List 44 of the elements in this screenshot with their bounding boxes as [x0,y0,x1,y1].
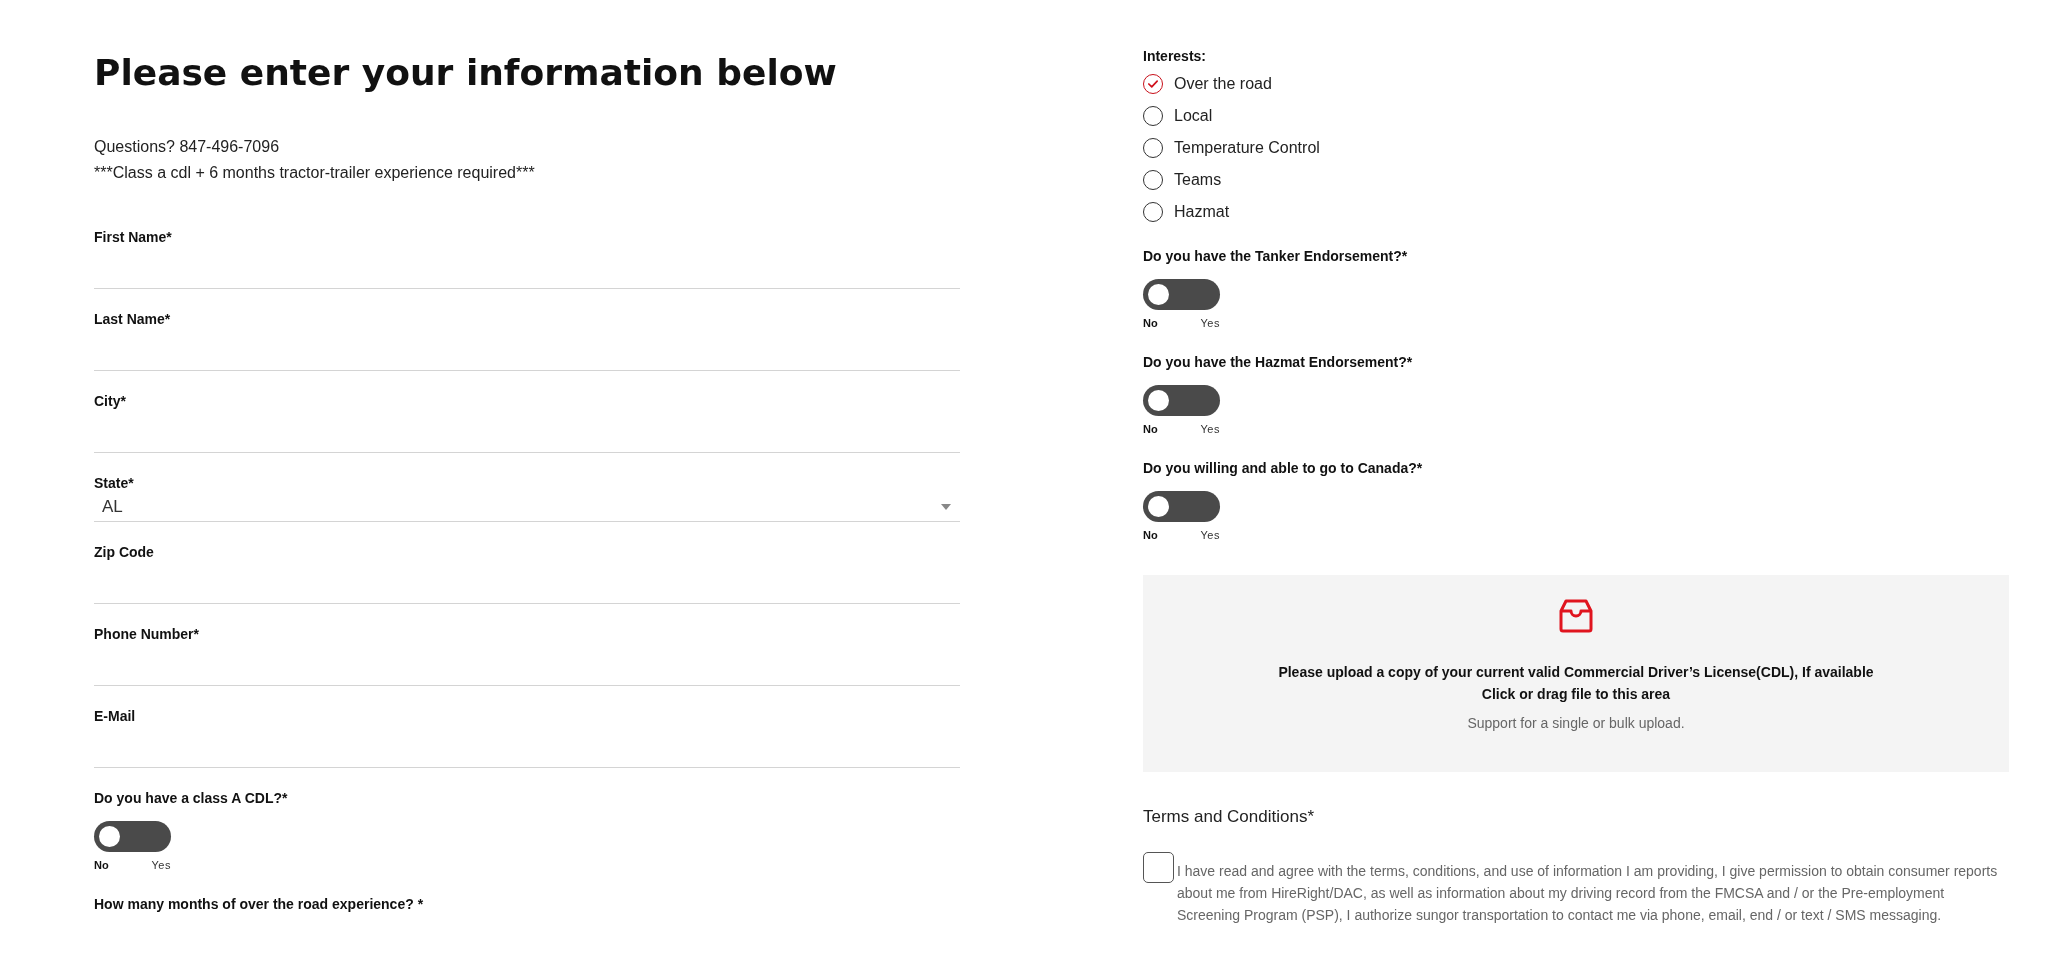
toggle-switch[interactable] [1143,279,1220,310]
field-label: E-Mail [94,707,137,726]
toggle-switch[interactable] [1143,385,1220,416]
switch-on-label: Yes [1200,528,1220,542]
field-label: Do you have a class A CDL?* [94,789,289,808]
state-select[interactable]: AL [94,493,960,522]
upload-action-text: Click or drag file to this area [1481,685,1671,704]
switch-on-label: Yes [1200,316,1220,330]
intro-text: ***Class a cdl + 6 months tractor-trailer experience required*** [94,163,536,183]
toggle-switch[interactable] [94,821,171,852]
option-label: Local [1174,106,1213,126]
option-label: Over the road [1174,74,1272,94]
terms-title: Terms and Conditions* [1143,806,1316,828]
switch-off-label: No [1143,422,1158,436]
field-label: Last Name* [94,310,172,329]
field-label: First Name* [94,228,173,247]
option-label: Teams [1174,170,1222,190]
upload-hint: Support for a single or bulk upload. [1467,714,1685,733]
switch-off-label: No [1143,316,1158,330]
option-label: Hazmat [1174,202,1230,222]
field-label: State* [94,474,135,493]
upload-title: Please upload a copy of your current valid Commercial Driver’s License(CDL), If available [1278,663,1874,682]
field-label: Do you have the Tanker Endorsement?* [1143,247,1409,266]
field-label: Phone Number* [94,625,200,644]
inbox-icon [1558,598,1594,634]
field-label: Do you have the Hazmat Endorsement?* [1143,353,1414,372]
upload-dropzone[interactable]: Please upload a copy of your current valid Commercial Driver’s License(CDL), If available Click or drag file to this area Support for a single or bulk upload. [1143,575,2009,772]
field-label: Do you willing and able to go to Canada?* [1143,459,1424,478]
terms-checkbox[interactable] [1143,852,1174,883]
intro-text: Questions? 847-496-7096 [94,137,281,157]
toggle-switch[interactable] [1143,491,1220,522]
field-label: Zip Code [94,543,155,562]
switch-on-label: Yes [1200,422,1220,436]
switch-off-label: No [94,858,109,872]
field-label: How many months of over the road experience? * [94,895,425,914]
switch-off-label: No [1143,528,1158,542]
field-label: Interests: [1143,47,1208,66]
terms-text: I have read and agree with the terms, conditions, and use of information I am providing, I give permission to obtain consumer reports about me from HireRight/DAC, as well as information about my driving record from the FMCSA and / or the Pre-employment Screening Program (PSP), I authorize sungor transportation to contact me via phone, email, end / or text / SMS messaging. [1177,862,1999,925]
page-heading: Please enter your information below [94,52,838,94]
field-label: City* [94,392,127,411]
check-icon [1148,80,1158,88]
option-label: Temperature Control [1174,138,1320,158]
caret-down-icon [941,504,951,510]
switch-on-label: Yes [151,858,171,872]
